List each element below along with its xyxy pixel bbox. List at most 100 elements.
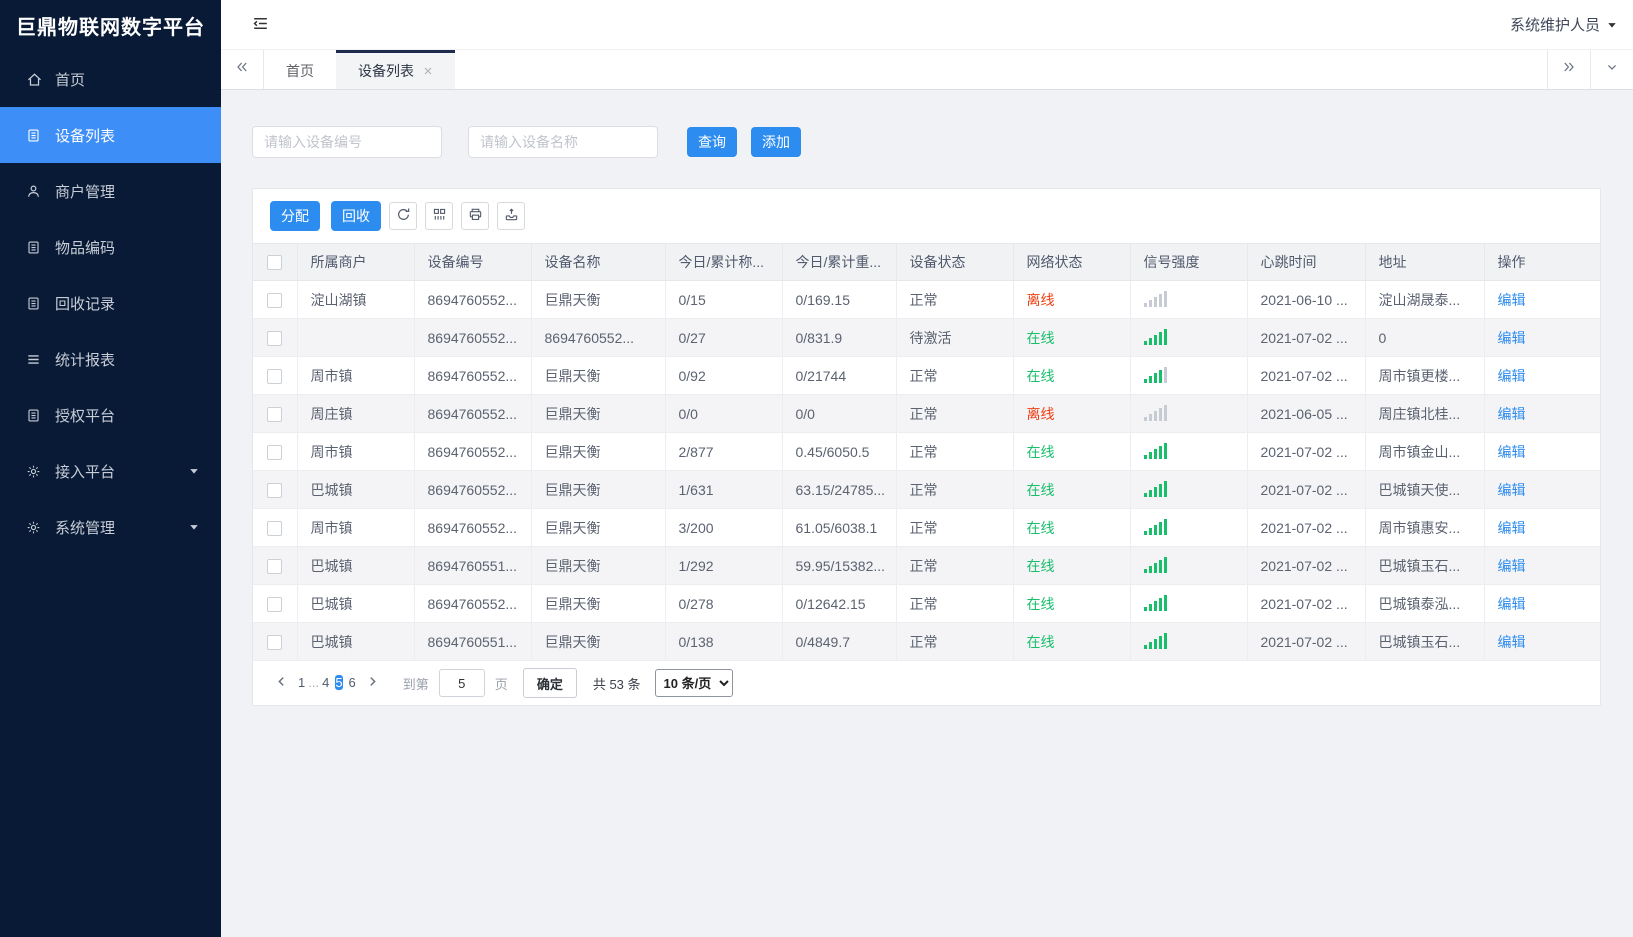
edit-link[interactable]: 编辑 xyxy=(1498,558,1526,574)
page-number-6[interactable]: 6 xyxy=(349,675,356,690)
edit-link[interactable]: 编辑 xyxy=(1498,596,1526,612)
cell-device-status: 正常 xyxy=(895,508,1014,547)
cell-device-no: 8694760552... xyxy=(413,508,532,547)
cell-address: 巴城镇天使... xyxy=(1364,470,1485,509)
tab-label: 设备列表 xyxy=(358,63,414,79)
row-checkbox[interactable] xyxy=(267,406,283,422)
sidebar-item-item-code[interactable]: 物品编码 xyxy=(0,219,221,275)
edit-link[interactable]: 编辑 xyxy=(1498,330,1526,346)
cell-device-status: 正常 xyxy=(895,470,1014,509)
query-button[interactable]: 查询 xyxy=(687,127,737,157)
signal-strength-icon xyxy=(1143,594,1167,611)
edit-link[interactable]: 编辑 xyxy=(1498,368,1526,384)
edit-link[interactable]: 编辑 xyxy=(1498,520,1526,536)
sidebar-item-label: 商户管理 xyxy=(55,183,116,201)
top-header: 系统维护人员 xyxy=(221,0,1633,50)
prev-page-button[interactable] xyxy=(267,670,295,696)
row-checkbox[interactable] xyxy=(267,368,283,384)
sidebar-item-recycle-record[interactable]: 回收记录 xyxy=(0,275,221,331)
sidebar-item-label: 接入平台 xyxy=(55,463,116,481)
cell-address: 周市镇金山... xyxy=(1364,432,1485,471)
cell-device-name: 巨鼎天衡 xyxy=(530,546,666,585)
tab-home[interactable]: 首页 xyxy=(264,50,336,89)
page-number-4[interactable]: 4 xyxy=(322,675,329,690)
sidebar-item-system-management[interactable]: 系统管理 xyxy=(0,499,221,555)
edit-link[interactable]: 编辑 xyxy=(1498,634,1526,650)
user-menu[interactable]: 系统维护人员 xyxy=(1510,14,1617,35)
tabs-scroll-right-button[interactable] xyxy=(1547,50,1590,89)
goto-confirm-button[interactable]: 确定 xyxy=(522,668,577,698)
sidebar-item-device-list[interactable]: 设备列表 xyxy=(0,107,221,163)
assign-button[interactable]: 分配 xyxy=(270,201,320,231)
cell-signal xyxy=(1129,546,1248,585)
signal-strength-icon xyxy=(1143,442,1167,459)
caret-down-icon xyxy=(1607,20,1617,30)
export-button[interactable] xyxy=(497,202,525,230)
row-checkbox[interactable] xyxy=(267,634,283,650)
page-size-select[interactable]: 10 条/页 xyxy=(654,669,733,697)
cell-signal xyxy=(1129,356,1248,395)
device-name-input[interactable] xyxy=(468,126,658,158)
cell-signal xyxy=(1129,280,1248,319)
sidebar-item-statistics-report[interactable]: 统计报表 xyxy=(0,331,221,387)
tab-spacer xyxy=(455,50,1547,89)
cell-heartbeat: 2021-07-02 ... xyxy=(1246,546,1366,585)
cell-action: 编辑 xyxy=(1483,432,1600,471)
doc-icon xyxy=(26,407,43,424)
page-number-1[interactable]: 1 xyxy=(298,675,305,690)
edit-link[interactable]: 编辑 xyxy=(1498,406,1526,422)
tabs-menu-button[interactable] xyxy=(1590,50,1633,89)
edit-link[interactable]: 编辑 xyxy=(1498,292,1526,308)
cell-device-no: 8694760551... xyxy=(413,622,532,661)
cell-today-count: 0/0 xyxy=(664,394,783,433)
sidebar-item-home[interactable]: 首页 xyxy=(0,51,221,107)
device-no-input[interactable] xyxy=(252,126,442,158)
sidebar-item-merchant-management[interactable]: 商户管理 xyxy=(0,163,221,219)
sidebar-item-authorization-platform[interactable]: 授权平台 xyxy=(0,387,221,443)
column-settings-button[interactable] xyxy=(425,202,453,230)
sidebar-nav: 首页 设备列表商户管理物品编码 回收记录 统计报表 授权平台接入平台系统管理 xyxy=(0,51,221,555)
row-checkbox[interactable] xyxy=(267,330,283,346)
page-number-5[interactable]: 5 xyxy=(335,675,343,690)
edit-link[interactable]: 编辑 xyxy=(1498,444,1526,460)
table-row: 8694760552... 8694760552... 0/27 0/831.9 待激活… xyxy=(253,318,1600,357)
cell-device-no: 8694760552... xyxy=(413,394,532,433)
next-page-button[interactable] xyxy=(359,670,387,696)
cell-today-count: 0/27 xyxy=(664,318,783,357)
cell-device-status: 正常 xyxy=(895,432,1014,471)
goto-page-input[interactable] xyxy=(438,669,485,697)
export-icon xyxy=(504,207,519,225)
row-checkbox[interactable] xyxy=(267,558,283,574)
tabs-scroll-left-button[interactable] xyxy=(221,50,264,89)
cell-address: 周市镇更楼... xyxy=(1364,356,1485,395)
recycle-button[interactable]: 回收 xyxy=(331,201,381,231)
row-checkbox[interactable] xyxy=(267,292,283,308)
sidebar-collapse-button[interactable] xyxy=(251,14,270,36)
cell-signal xyxy=(1129,584,1248,623)
cell-merchant: 周市镇 xyxy=(296,432,415,471)
close-icon[interactable] xyxy=(423,66,433,76)
cell-checkbox xyxy=(253,356,298,395)
add-button[interactable]: 添加 xyxy=(751,127,801,157)
tab-bar: 首页 设备列表 xyxy=(221,50,1633,90)
row-checkbox[interactable] xyxy=(267,520,283,536)
tabs: 首页 设备列表 xyxy=(264,50,455,89)
sidebar-item-access-platform[interactable]: 接入平台 xyxy=(0,443,221,499)
tab-device-list[interactable]: 设备列表 xyxy=(336,50,455,89)
row-checkbox[interactable] xyxy=(267,482,283,498)
cell-checkbox xyxy=(253,432,298,471)
print-button[interactable] xyxy=(461,202,489,230)
cell-device-no: 8694760551... xyxy=(413,546,532,585)
caret-down-icon xyxy=(189,466,199,476)
column-header: 设备名称 xyxy=(530,243,666,281)
select-all-checkbox[interactable] xyxy=(267,255,283,271)
refresh-button[interactable] xyxy=(389,202,417,230)
table-row: 巴城镇 8694760552... 巨鼎天衡 0/278 0/12642.15 正常 在线 2… xyxy=(253,584,1600,623)
cell-action: 编辑 xyxy=(1483,584,1600,623)
cell-merchant: 巴城镇 xyxy=(296,546,415,585)
row-checkbox[interactable] xyxy=(267,444,283,460)
row-checkbox[interactable] xyxy=(267,596,283,612)
edit-link[interactable]: 编辑 xyxy=(1498,482,1526,498)
table-row: 淀山湖镇 8694760552... 巨鼎天衡 0/15 0/169.15 正常 离线 202… xyxy=(253,280,1600,319)
sidebar-item-label: 系统管理 xyxy=(55,519,116,537)
